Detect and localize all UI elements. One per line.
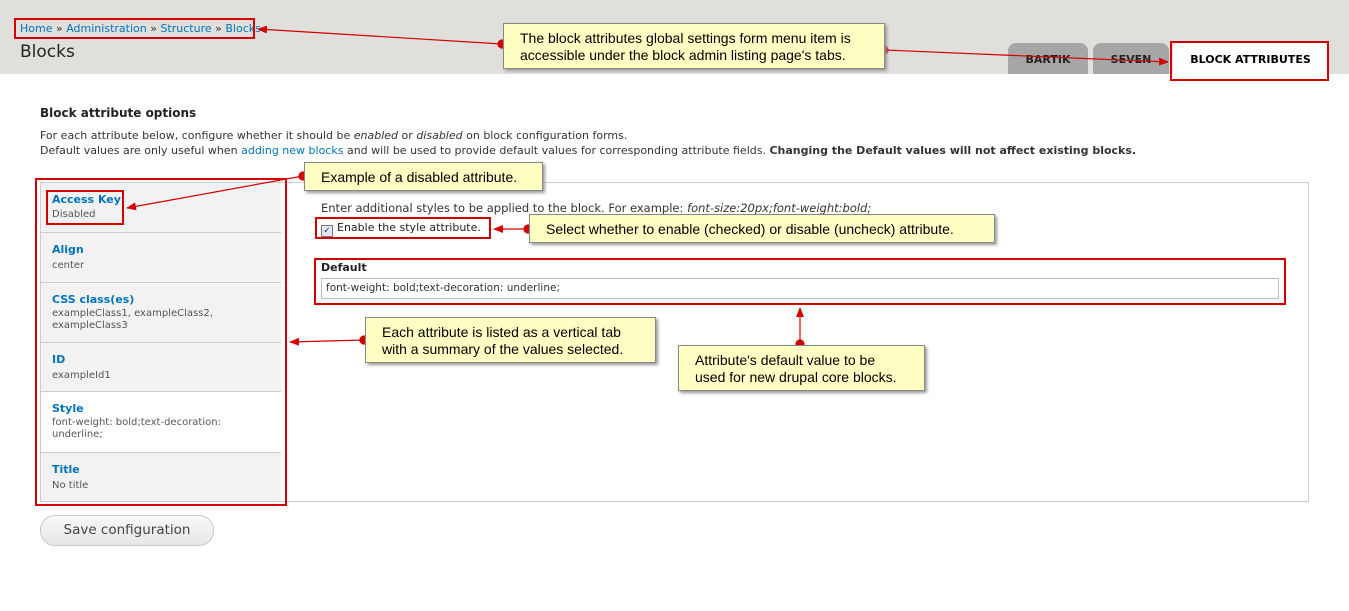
annotation-text: The block attributes global settings for… bbox=[520, 30, 851, 46]
annotation-note-default: Attribute's default value to be used for… bbox=[678, 345, 925, 391]
arrow-to-access-key bbox=[126, 175, 304, 211]
annotation-text: Select whether to enable (checked) or di… bbox=[546, 221, 954, 237]
annotation-note-disabled: Example of a disabled attribute. bbox=[304, 162, 543, 191]
arrow-to-breadcrumb bbox=[257, 25, 503, 45]
annotation-text: Example of a disabled attribute. bbox=[321, 169, 518, 185]
annotation-note-tabs: The block attributes global settings for… bbox=[503, 23, 885, 69]
annotation-text: accessible under the block admin listing… bbox=[520, 47, 846, 63]
arrow-to-tab bbox=[883, 49, 1169, 66]
arrow-to-vertical-tabs bbox=[289, 337, 365, 346]
annotation-text: Attribute's default value to be bbox=[695, 352, 876, 368]
annotation-note-vertical-tabs: Each attribute is listed as a vertical t… bbox=[365, 317, 656, 363]
annotation-note-checkbox: Select whether to enable (checked) or di… bbox=[529, 214, 995, 243]
annotation-text: used for new drupal core blocks. bbox=[695, 369, 897, 385]
annotation-arrows bbox=[126, 25, 1169, 349]
annotation-text: Each attribute is listed as a vertical t… bbox=[382, 324, 621, 340]
annotation-text: with a summary of the values selected. bbox=[382, 341, 624, 357]
